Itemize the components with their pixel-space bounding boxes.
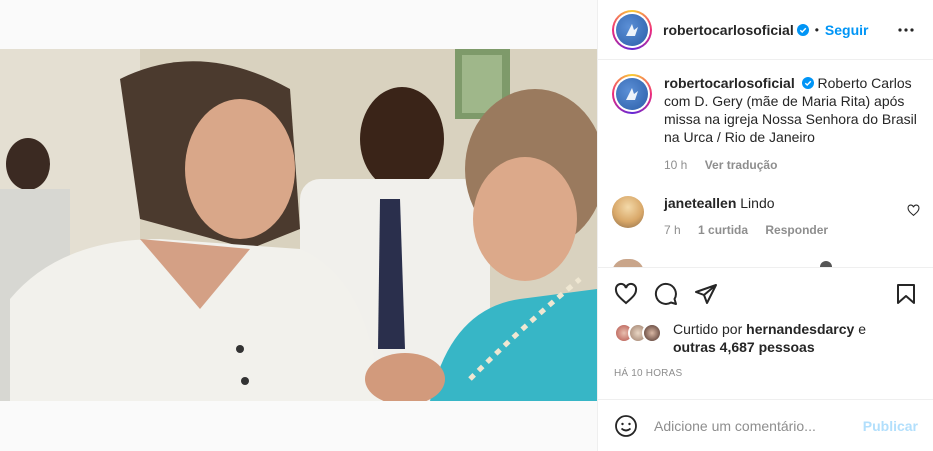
- comment-item: janeteallen Lindo 7 h 1 curtida Responde…: [598, 194, 933, 239]
- emoji-icon[interactable]: [614, 414, 638, 438]
- caption-meta: 10 h Ver tradução: [664, 156, 919, 174]
- comments-section[interactable]: robertocarlosoficial Roberto Carlos com …: [598, 60, 933, 268]
- author-avatar[interactable]: [612, 9, 652, 50]
- comment-avatar[interactable]: [612, 196, 644, 228]
- add-comment-bar: Publicar: [598, 399, 933, 451]
- caption-avatar-image: [616, 78, 648, 110]
- comment-meta: 7 h 1 curtida Responder: [664, 221, 842, 239]
- post-caption: robertocarlosoficial Roberto Carlos com …: [598, 60, 933, 174]
- likes-text[interactable]: Curtido por hernandesdarcy e outras 4,68…: [673, 320, 866, 356]
- liker-avatar: [642, 323, 662, 343]
- post-photo[interactable]: [0, 49, 597, 401]
- post-actions: [598, 269, 933, 319]
- caption-body: robertocarlosoficial Roberto Carlos com …: [664, 74, 919, 174]
- see-translation-link[interactable]: Ver tradução: [705, 158, 778, 172]
- heart-icon: [614, 282, 638, 305]
- verified-icon: [796, 23, 809, 36]
- likes-prefix: Curtido por: [673, 321, 747, 337]
- post-side-panel: robertocarlosoficial • Seguir robertocar…: [597, 0, 933, 451]
- comment-age: 7 h: [664, 223, 681, 237]
- like-button[interactable]: [606, 274, 646, 314]
- follow-button[interactable]: Seguir: [825, 22, 869, 38]
- comment-heart-icon[interactable]: [907, 204, 920, 217]
- verified-icon: [801, 77, 814, 89]
- share-icon: [695, 284, 717, 304]
- bookmark-icon: [897, 284, 915, 304]
- comment-button[interactable]: [646, 274, 686, 314]
- comment-username[interactable]: janeteallen: [664, 195, 736, 211]
- caption-age: 10 h: [664, 158, 688, 172]
- liker-avatars: [614, 323, 664, 345]
- likes-user[interactable]: hernandesdarcy: [746, 321, 854, 337]
- post-header: robertocarlosoficial • Seguir: [598, 0, 933, 60]
- media-pane: [0, 0, 597, 451]
- comment-body: janeteallen Lindo 7 h 1 curtida Responde…: [664, 194, 842, 239]
- photo-illustration: [0, 49, 597, 401]
- likes-summary: Curtido por hernandesdarcy e outras 4,68…: [614, 320, 919, 356]
- comment-input[interactable]: [654, 417, 844, 434]
- next-comment-avatar: [612, 259, 644, 267]
- publish-button[interactable]: Publicar: [863, 418, 918, 434]
- author-username[interactable]: robertocarlosoficial: [663, 22, 794, 38]
- likes-others[interactable]: outras 4,687 pessoas: [673, 339, 815, 355]
- caption-avatar[interactable]: [612, 74, 652, 114]
- author-avatar-image: [616, 13, 648, 46]
- more-icon[interactable]: [896, 20, 916, 40]
- caption-username[interactable]: robertocarlosoficial: [664, 75, 795, 91]
- comment-likes[interactable]: 1 curtida: [698, 223, 748, 237]
- comment-text: Lindo: [740, 195, 775, 211]
- likes-conjunction: e: [854, 321, 867, 337]
- comment-icon: [654, 282, 677, 305]
- next-comment-fragment: [820, 261, 832, 267]
- reply-button[interactable]: Responder: [765, 223, 828, 237]
- logo-icon: [626, 88, 638, 100]
- header-separator: •: [814, 22, 819, 37]
- logo-icon: [626, 23, 638, 36]
- post-timestamp[interactable]: HÁ 10 HORAS: [614, 368, 682, 379]
- save-button[interactable]: [886, 274, 926, 314]
- share-button[interactable]: [686, 274, 726, 314]
